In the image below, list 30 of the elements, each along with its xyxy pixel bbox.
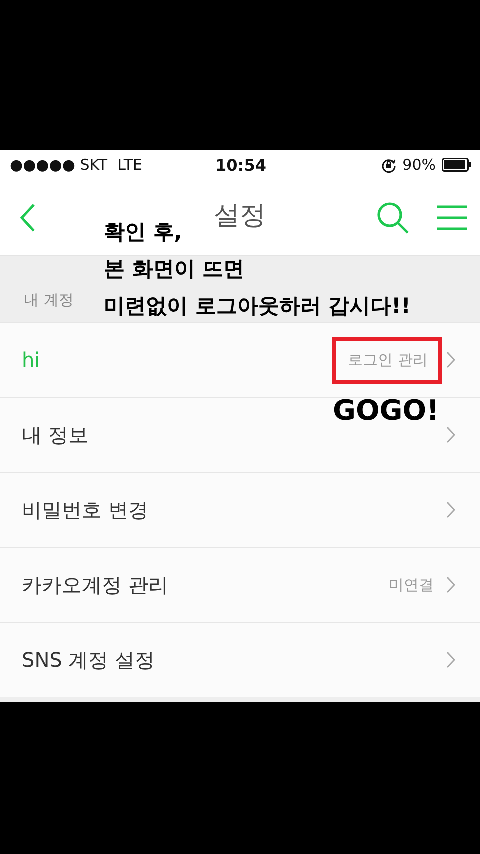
row-label: 카카오계정 관리 <box>22 572 168 598</box>
network-type: LTE <box>118 156 143 174</box>
section-title: 내 계정 <box>24 291 74 310</box>
row-label: 내 정보 <box>22 422 88 448</box>
chevron-icon <box>446 651 456 669</box>
rotation-lock-icon <box>380 157 397 173</box>
menu-icon <box>436 204 468 230</box>
row-label: SNS 계정 설정 <box>22 646 156 674</box>
annotation-text: 본 화면이 뜨면 <box>104 256 245 283</box>
search-icon <box>376 200 410 234</box>
back-icon <box>20 202 36 232</box>
highlighted-label: 로그인 관리 <box>332 336 442 384</box>
search-button[interactable] <box>376 200 410 234</box>
clock-time: 10:54 <box>216 156 266 174</box>
row-label: hi <box>22 348 40 372</box>
chevron-icon <box>446 426 456 444</box>
annotation-text: 확인 후, <box>104 219 182 246</box>
annotation-text: 미련없이 로그아웃하러 갑시다!! <box>104 293 411 320</box>
battery-icon <box>442 158 472 172</box>
annotation-text: GOGO! <box>333 394 440 427</box>
menu-button[interactable] <box>436 204 468 230</box>
screen-title: 설정 <box>214 200 266 233</box>
row-label: 비밀번호 변경 <box>22 496 148 524</box>
battery-percent: 90% <box>402 156 436 174</box>
row-value: 미연결 <box>389 576 434 594</box>
back-button[interactable] <box>20 202 36 232</box>
carrier-name: ●●●●● SKT <box>10 156 108 174</box>
chevron-icon <box>446 576 456 594</box>
chevron-icon <box>446 351 456 369</box>
chevron-icon <box>446 501 456 519</box>
